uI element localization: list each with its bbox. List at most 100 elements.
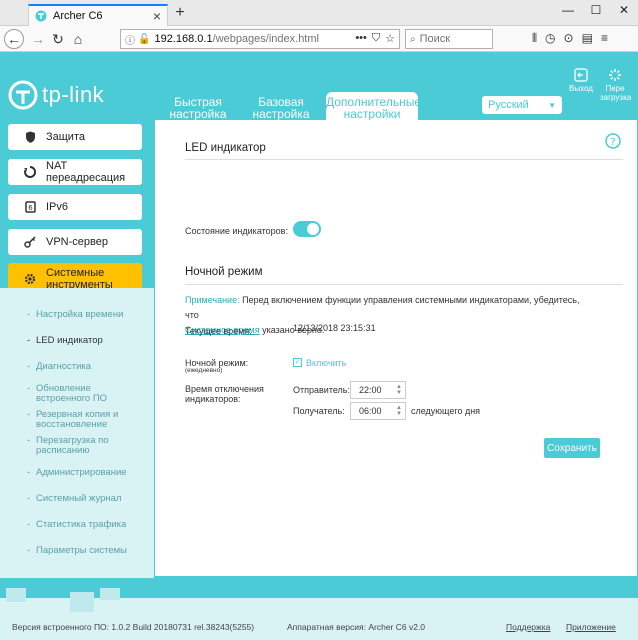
footer: Версия встроенного ПО: 1.0.2 Build 20180…	[0, 588, 638, 640]
submenu: - Настройка времени - LED индикатор - Диагн…	[0, 288, 154, 578]
sidebar-item-security[interactable]: Защита	[8, 124, 142, 150]
submenu-item-traffic[interactable]: - Статистика трафика	[27, 520, 126, 530]
info-icon[interactable]: ⓘ	[125, 32, 135, 47]
led-section-title: LED индикатор	[185, 142, 266, 154]
tab-title: Archer C6	[53, 10, 103, 22]
stepper-icon[interactable]: ▲ ▼	[396, 405, 402, 417]
submenu-item-firmware[interactable]: - Обновление встроенного ПО	[27, 384, 116, 404]
tab-quick-setup[interactable]: Быстрая настройка	[160, 92, 236, 120]
content-panel: ? LED индикатор Состояние индикаторов: Н…	[155, 120, 637, 576]
ipv6-icon: 6	[24, 201, 36, 213]
hardware-version: Аппаратная версия: Archer C6 v2.0	[287, 622, 426, 632]
pocket-icon[interactable]: ⛉	[372, 32, 380, 45]
page-actions-icon[interactable]: •••	[355, 32, 367, 45]
note-prefix: Примечание:	[185, 295, 240, 305]
top-tabs: Быстрая настройка Базовая настройка Допо…	[160, 92, 425, 120]
to-time-value: 06:00	[359, 406, 382, 416]
url-host: 192.168.0.1	[154, 33, 213, 45]
url-path: /webpages/index.html	[212, 33, 319, 45]
url-bar[interactable]: ⓘ 🔓 192.168.0.1 /webpages/index.html •••…	[120, 29, 400, 49]
submenu-item-admin[interactable]: - Администрирование	[27, 468, 127, 478]
minimize-icon[interactable]: —	[554, 0, 582, 20]
firmware-version: Версия встроенного ПО: 1.0.2 Build 20180…	[12, 622, 255, 632]
reload-button[interactable]: ↻	[48, 29, 68, 49]
submenu-item-syslog[interactable]: - Системный журнал	[27, 494, 121, 504]
divider	[185, 284, 623, 285]
sync-icon[interactable]: ⊙	[564, 31, 574, 46]
back-button[interactable]: ←	[4, 29, 24, 49]
tab-advanced[interactable]: Дополнительные настройки	[326, 92, 421, 120]
search-box[interactable]: ⌕ Поиск	[405, 29, 493, 49]
night-mode-enable-label[interactable]: Включить	[306, 358, 346, 368]
svg-text:6: 6	[28, 204, 33, 212]
night-mode-checkbox[interactable]: ✓	[293, 358, 302, 367]
browser-navbar: ← → ↻ ⌂ ⓘ 🔓 192.168.0.1 /webpages/index.…	[0, 26, 638, 52]
to-time-input[interactable]: 06:00 ▲ ▼	[350, 402, 406, 420]
logout-icon	[574, 68, 588, 82]
tab-basic[interactable]: Базовая настройка	[243, 92, 319, 120]
submenu-item-system-params[interactable]: - Параметры системы	[27, 546, 127, 556]
tp-link-favicon-icon	[35, 10, 47, 22]
shield-icon	[24, 131, 36, 143]
reboot-button[interactable]: Пере загрузка	[600, 68, 632, 102]
current-time-label: Текущее время:	[185, 326, 252, 336]
next-day-label: следующего дня	[411, 406, 481, 416]
bookmark-star-icon[interactable]: ☆	[385, 32, 395, 45]
library-icon[interactable]: ⫴	[532, 31, 537, 46]
current-time-value: 12/13/2018 23:15:31	[293, 323, 376, 333]
maximize-icon[interactable]: ☐	[582, 0, 610, 20]
led-state-toggle[interactable]	[293, 221, 321, 237]
from-time-value: 22:00	[359, 385, 382, 395]
from-label: Отправитель:	[293, 385, 350, 395]
history-clock-icon[interactable]: ◷	[545, 31, 555, 46]
night-mode-title: Ночной режим	[185, 266, 263, 278]
search-icon: ⌕	[410, 33, 416, 45]
sidebar-item-label: IPv6	[46, 201, 69, 213]
new-tab-button[interactable]: +	[172, 5, 188, 21]
tp-link-logo: tp-link	[8, 80, 104, 110]
off-time-label-line1: Время отключения	[185, 384, 264, 394]
app-link[interactable]: Приложение	[566, 622, 616, 632]
close-window-icon[interactable]: ✕	[610, 0, 638, 20]
browser-titlebar: Archer C6 × + — ☐ ✕	[0, 0, 638, 26]
search-placeholder: Поиск	[419, 33, 451, 45]
sidebar-item-ipv6[interactable]: 6 IPv6	[8, 194, 142, 220]
submenu-item-led[interactable]: - LED индикатор	[27, 336, 103, 346]
sidebar-item-vpn[interactable]: VPN-сервер	[8, 229, 142, 255]
off-time-label-line2: индикаторов:	[185, 394, 241, 404]
logo-text: tp-link	[42, 82, 105, 107]
submenu-item-time[interactable]: - Настройка времени	[27, 310, 123, 320]
divider	[185, 159, 623, 160]
from-time-input[interactable]: 22:00 ▲ ▼	[350, 381, 406, 399]
logout-button[interactable]: Выход	[566, 68, 596, 93]
footer-decoration	[6, 588, 120, 612]
sidebar-item-nat[interactable]: NAT переадресация	[8, 159, 142, 185]
menu-icon[interactable]: ≡	[601, 31, 608, 46]
chevron-down-icon: ▼	[548, 100, 556, 110]
save-button[interactable]: Сохранить	[544, 438, 600, 458]
home-button[interactable]: ⌂	[68, 29, 88, 49]
tab-close-icon[interactable]: ×	[153, 9, 161, 23]
tp-link-logo-icon	[8, 80, 38, 110]
vpn-key-icon	[24, 236, 36, 248]
submenu-item-diagnostics[interactable]: - Диагностика	[27, 362, 91, 372]
help-icon[interactable]: ?	[605, 133, 621, 149]
sidebar-item-label: VPN-сервер	[46, 236, 108, 248]
submenu-item-reboot-schedule[interactable]: - Перезагрузка по расписанию	[27, 436, 116, 456]
reboot-label-line2: загрузка	[600, 93, 632, 102]
stepper-icon[interactable]: ▲ ▼	[396, 384, 402, 396]
browser-tab[interactable]: Archer C6 ×	[28, 4, 168, 26]
led-state-label: Состояние индикаторов:	[185, 226, 288, 236]
forward-button[interactable]: →	[28, 29, 48, 49]
reboot-label-line1: Пере	[605, 84, 625, 93]
submenu-item-backup[interactable]: - Резервная копия и восстановление	[27, 410, 126, 430]
note-text: Перед включением функции управления сист…	[185, 295, 580, 320]
night-mode-sublabel: (ежедневно)	[185, 367, 223, 374]
language-select[interactable]: Русский ▼	[482, 96, 562, 114]
support-link[interactable]: Поддержка	[506, 622, 550, 632]
window-controls: — ☐ ✕	[554, 0, 638, 20]
sidebar-toggle-icon[interactable]: ▤	[582, 31, 593, 46]
logout-label: Выход	[569, 84, 593, 93]
gear-icon	[24, 273, 36, 285]
svg-text:?: ?	[610, 137, 615, 148]
